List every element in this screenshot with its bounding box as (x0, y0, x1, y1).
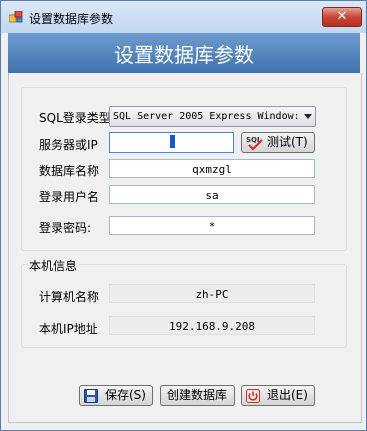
local-info-title: 本机信息 (27, 257, 80, 274)
text-caret (170, 135, 175, 148)
banner-title: 设置数据库参数 (114, 43, 254, 67)
save-button-label: 保存(S) (105, 388, 146, 402)
window-title: 设置数据库参数 (29, 12, 114, 26)
app-icon (9, 11, 23, 23)
database-name-label: 数据库名称 (39, 164, 100, 178)
sql-login-type-select[interactable]: SQL Server 2005 Express Window: (109, 106, 316, 127)
create-database-button[interactable]: 创建数据库 (160, 385, 235, 406)
chevron-down-icon (304, 114, 312, 119)
exit-button-label: 退出(E) (267, 388, 308, 402)
close-button[interactable]: ✕ (322, 7, 362, 27)
title-bar: 设置数据库参数 ✕ (1, 1, 366, 33)
local-ip-field: 192.168.9.208 (109, 316, 315, 335)
login-password-input[interactable]: * (109, 216, 315, 235)
floppy-disk-icon (84, 389, 98, 403)
login-password-label: 登录密码: (39, 221, 92, 235)
login-user-input[interactable]: sa (109, 185, 315, 204)
computer-name-field: zh-PC (109, 284, 315, 303)
sql-login-type-label: SQL登录类型 (39, 111, 111, 125)
login-user-label: 登录用户名 (39, 190, 100, 204)
sql-login-type-value: SQL Server 2005 Express Window: (113, 111, 300, 122)
header-banner: 设置数据库参数 (8, 33, 360, 73)
exit-button[interactable]: 退出(E) (241, 385, 315, 406)
save-button[interactable]: 保存(S) (79, 385, 153, 406)
create-database-label: 创建数据库 (167, 388, 228, 402)
local-ip-label: 本机IP地址 (39, 322, 98, 336)
computer-name-label: 计算机名称 (39, 290, 100, 304)
test-button[interactable]: SQL 测试(T) (241, 132, 315, 153)
main-window: 设置数据库参数 ✕ 设置数据库参数 SQL登录类型 SQL Server 200… (0, 0, 367, 431)
server-ip-label: 服务器或IP (39, 138, 98, 152)
test-button-label: 测试(T) (267, 135, 308, 149)
sql-check-icon: SQL (246, 136, 263, 151)
power-icon (246, 389, 260, 403)
database-name-input[interactable]: qxmzgl (109, 159, 315, 178)
